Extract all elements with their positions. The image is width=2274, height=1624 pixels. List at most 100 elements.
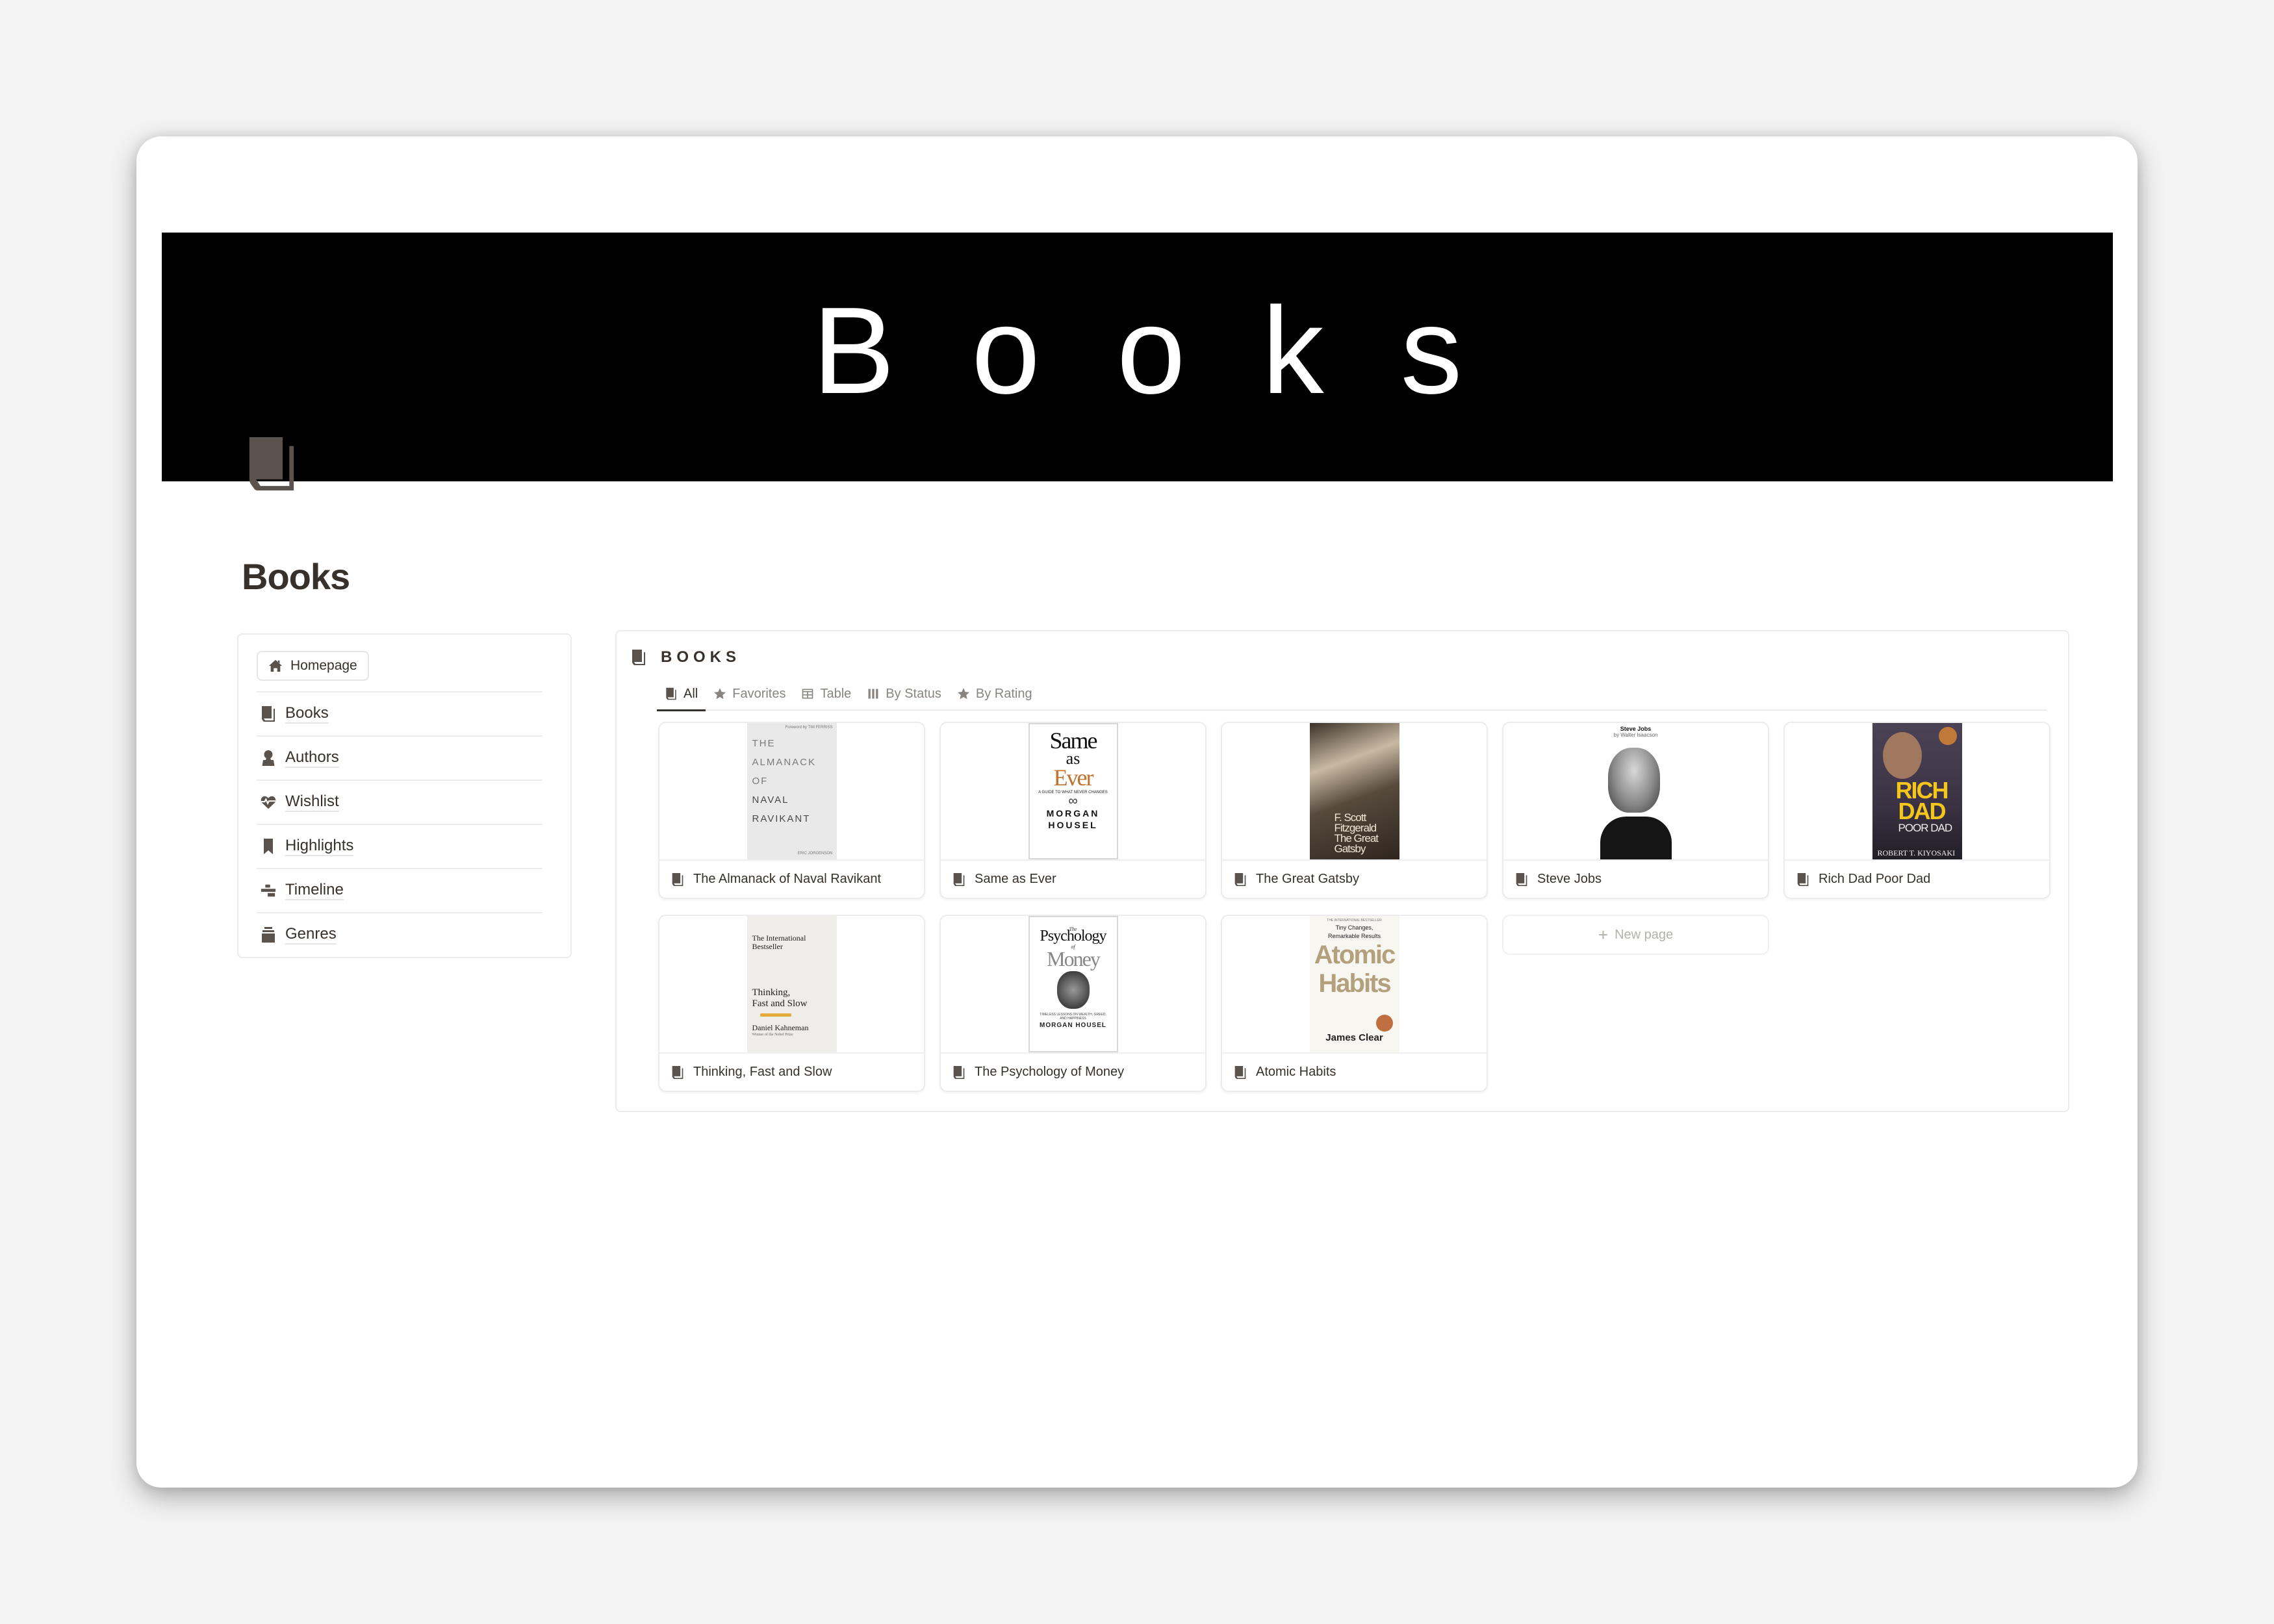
card-title-text: Same as Ever: [975, 872, 1056, 886]
sidebar-item-genres[interactable]: Genres: [257, 913, 552, 956]
gallery-card[interactable]: Same as Ever A GUIDE TO WHAT NEVER CHANG…: [939, 722, 1207, 899]
cover-text: Gatsby: [1334, 843, 1366, 855]
gallery-card[interactable]: F. Scott Fitzgerald The Great Gatsby The…: [1221, 722, 1488, 899]
gallery-card[interactable]: Steve Jobs by Walter Isaacson Steve Jobs: [1502, 722, 1769, 899]
view-tabs: All Favorites Table By Status By Rating: [657, 678, 2047, 711]
cover-text: HOUSEL: [1048, 820, 1098, 830]
card-title-text: The Great Gatsby: [1256, 872, 1359, 886]
database-title: BOOKS: [661, 648, 741, 666]
card-title-text: Steve Jobs: [1537, 872, 1602, 886]
sidebar-item-label: Authors: [285, 748, 339, 768]
cover-text: MORGAN: [1046, 808, 1100, 818]
tab-by-rating[interactable]: By Rating: [949, 678, 1040, 710]
cover-text: Remarkable Results: [1327, 933, 1381, 939]
cover-text: DAD: [1898, 798, 1947, 824]
new-page-label: New page: [1615, 927, 1674, 942]
card-title: Rich Dad Poor Dad: [1785, 861, 2049, 898]
tab-favorites[interactable]: Favorites: [706, 678, 793, 710]
cover-text: Money: [1047, 947, 1101, 971]
gallery-card[interactable]: Foreword by TIM FERRISS THE ALMANACK OF …: [658, 722, 925, 899]
portrait-shape: [1600, 817, 1672, 859]
cover-text: POOR DAD: [1898, 822, 1953, 834]
tab-all[interactable]: All: [657, 678, 706, 711]
cover-text: ROBERT T. KIYOSAKI: [1877, 848, 1956, 857]
page-title: Books: [242, 556, 350, 597]
sidebar-item-label: Highlights: [285, 837, 354, 856]
seal-badge: [1375, 1015, 1393, 1032]
cover-text: OF: [752, 776, 769, 787]
book-icon: [1234, 1065, 1247, 1080]
heart-pulse-icon: [261, 794, 276, 811]
tab-label: Favorites: [732, 686, 786, 701]
book-cover-image: Same as Ever A GUIDE TO WHAT NEVER CHANG…: [1028, 723, 1118, 859]
card-title-text: Atomic Habits: [1256, 1065, 1336, 1079]
new-page-button[interactable]: + New page: [1502, 915, 1769, 955]
cover-text-block: F. Scott Fitzgerald The Great Gatsby: [1334, 812, 1379, 855]
book-cover-image: Foreword by TIM FERRISS THE ALMANACK OF …: [747, 723, 837, 859]
cover-text: ERIC JORGENSON: [797, 852, 833, 856]
card-title: Same as Ever: [941, 861, 1205, 898]
card-title: The Psychology of Money: [941, 1054, 1205, 1091]
pencil-graphic: [760, 1013, 791, 1017]
tab-label: Table: [820, 686, 852, 701]
star-icon: [713, 687, 726, 700]
cover-text: by Walter Isaacson: [1613, 732, 1658, 738]
brain-graphic: [1056, 971, 1090, 1009]
cover-text: Fast and Slow: [752, 998, 808, 1009]
cover-text: THE INTERNATIONAL BESTSELLER: [1327, 919, 1382, 922]
book-icon: [1515, 872, 1528, 887]
card-title: The Almanack of Naval Ravikant: [659, 861, 924, 898]
gallery-card[interactable]: THE INTERNATIONAL BESTSELLER Tiny Change…: [1221, 915, 1488, 1092]
cover-text: Atomic: [1314, 941, 1396, 969]
person-icon: [261, 750, 276, 767]
gallery-card[interactable]: RICH DAD POOR DAD ROBERT T. KIYOSAKI Ric…: [1783, 722, 2050, 899]
book-icon: [952, 1065, 965, 1080]
sidebar-item-authors[interactable]: Authors: [257, 737, 552, 780]
cover-text: Habits: [1318, 969, 1391, 998]
homepage-button[interactable]: Homepage: [257, 651, 369, 681]
cover-text: Ever: [1053, 765, 1094, 791]
star-icon: [957, 687, 970, 700]
cover-text: THE: [752, 738, 776, 749]
card-cover: Foreword by TIM FERRISS THE ALMANACK OF …: [659, 723, 924, 861]
page-book-icon[interactable]: [245, 434, 298, 494]
cover-text: Winner of the Nobel Prize: [752, 1033, 793, 1037]
tab-table[interactable]: Table: [793, 678, 859, 710]
cover-banner: Books: [162, 233, 2113, 481]
card-title: Thinking, Fast and Slow: [659, 1054, 924, 1091]
sidebar-item-wishlist[interactable]: Wishlist: [257, 781, 552, 824]
portrait-shape: [1882, 732, 1922, 779]
sidebar-item-highlights[interactable]: Highlights: [257, 825, 552, 868]
card-title-text: Thinking, Fast and Slow: [693, 1065, 832, 1079]
card-cover: RICH DAD POOR DAD ROBERT T. KIYOSAKI: [1785, 723, 2049, 861]
homepage-label: Homepage: [290, 658, 357, 673]
book-cover-image: THE INTERNATIONAL BESTSELLER Tiny Change…: [1309, 916, 1399, 1052]
cover-text: Tiny Changes,: [1335, 924, 1373, 931]
card-title-text: The Psychology of Money: [975, 1065, 1125, 1079]
book-cover-image: Steve Jobs by Walter Isaacson: [1591, 723, 1681, 859]
cover-text: James Clear: [1325, 1032, 1383, 1043]
card-cover: Same as Ever A GUIDE TO WHAT NEVER CHANG…: [941, 723, 1205, 861]
book-icon: [631, 649, 646, 666]
cover-text: Foreword by TIM FERRISS: [785, 726, 833, 730]
board-icon: [867, 687, 880, 700]
books-database: BOOKS All Favorites Table By Status By R…: [615, 630, 2069, 1112]
sidebar-item-timeline[interactable]: Timeline: [257, 869, 552, 912]
card-cover: Steve Jobs by Walter Isaacson: [1503, 723, 1768, 861]
database-header[interactable]: BOOKS: [631, 648, 741, 666]
tab-by-status[interactable]: By Status: [859, 678, 949, 710]
book-icon: [1796, 872, 1809, 887]
gallery-card[interactable]: The International Bestseller Thinking, F…: [658, 915, 925, 1092]
gallery-card[interactable]: The Psychology of Money TIMELESS LESSONS…: [939, 915, 1207, 1092]
portrait-shape: [1607, 748, 1660, 813]
card-cover: The International Bestseller Thinking, F…: [659, 916, 924, 1054]
cover-text: Steve Jobs: [1620, 726, 1652, 732]
sidebar-item-books[interactable]: Books: [257, 692, 552, 735]
cover-text: The: [1069, 926, 1077, 932]
card-title-text: The Almanack of Naval Ravikant: [693, 872, 882, 886]
tab-label: By Status: [886, 686, 941, 701]
plus-icon: +: [1598, 925, 1609, 945]
cover-text: Same: [1049, 728, 1098, 754]
card-cover: THE INTERNATIONAL BESTSELLER Tiny Change…: [1222, 916, 1487, 1054]
seal-badge: [1938, 727, 1957, 745]
